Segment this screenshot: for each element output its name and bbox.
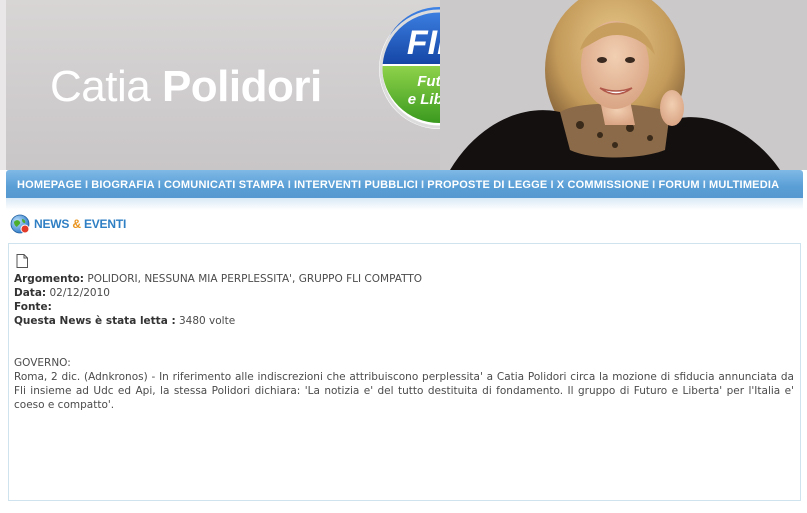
nav-item-interventi-pubblici[interactable]: INTERVENTI PUBBLICI I (294, 179, 427, 191)
site-header: Catia Polidori FINI Futuro e Libertà (0, 0, 807, 170)
body-paragraph: Roma, 2 dic. (Adnkronos) - In riferiment… (14, 371, 794, 411)
nav-item-x-commissione[interactable]: X COMMISSIONE I (557, 179, 659, 191)
news-content-box: Argomento: POLIDORI, NESSUNA MIA PERPLES… (8, 243, 801, 501)
globe-icon (10, 214, 30, 234)
title-last-name: Polidori (161, 62, 322, 111)
site-title[interactable]: Catia Polidori (50, 62, 322, 112)
news-meta: Argomento: POLIDORI, NESSUNA MIA PERPLES… (14, 272, 794, 328)
nav-item-forum[interactable]: FORUM I (658, 179, 709, 191)
argomento-label: Argomento: (14, 273, 85, 285)
body-heading: GOVERNO: (14, 357, 71, 369)
data-row: Data: 02/12/2010 (14, 286, 794, 300)
data-value: 02/12/2010 (49, 287, 110, 299)
letta-label: Questa News è stata letta : (14, 315, 176, 327)
nav-item-multimedia[interactable]: MULTIMEDIA (709, 179, 779, 191)
section-heading: NEWS & EVENTI (10, 213, 126, 235)
section-title: NEWS & EVENTI (34, 217, 127, 231)
header-left-border (0, 0, 6, 170)
nav-item-comunicati-stampa[interactable]: COMUNICATI STAMPA I (164, 179, 294, 191)
news-body: GOVERNO: Roma, 2 dic. (Adnkronos) - In r… (14, 356, 794, 412)
title-first-name: Catia (50, 62, 151, 111)
nav-item-proposte-di-legge[interactable]: PROPOSTE DI LEGGE I (427, 179, 556, 191)
document-icon[interactable] (16, 254, 28, 268)
main-navigation: HOMEPAGE I BIOGRAFIA I COMUNICATI STAMPA I … (6, 170, 803, 200)
fonte-row: Fonte: (14, 300, 794, 314)
portrait-photo (440, 0, 807, 170)
nav-shadow (6, 198, 803, 210)
letta-value: 3480 volte (178, 315, 236, 327)
argomento-row: Argomento: POLIDORI, NESSUNA MIA PERPLES… (14, 272, 794, 286)
letta-row: Questa News è stata letta : 3480 volte (14, 314, 794, 328)
fonte-label: Fonte: (14, 301, 52, 313)
nav-item-homepage[interactable]: HOMEPAGE I (17, 179, 91, 191)
data-label: Data: (14, 287, 47, 299)
argomento-value: POLIDORI, NESSUNA MIA PERPLESSITA', GRUP… (87, 273, 423, 285)
nav-item-biografia[interactable]: BIOGRAFIA I (91, 179, 164, 191)
